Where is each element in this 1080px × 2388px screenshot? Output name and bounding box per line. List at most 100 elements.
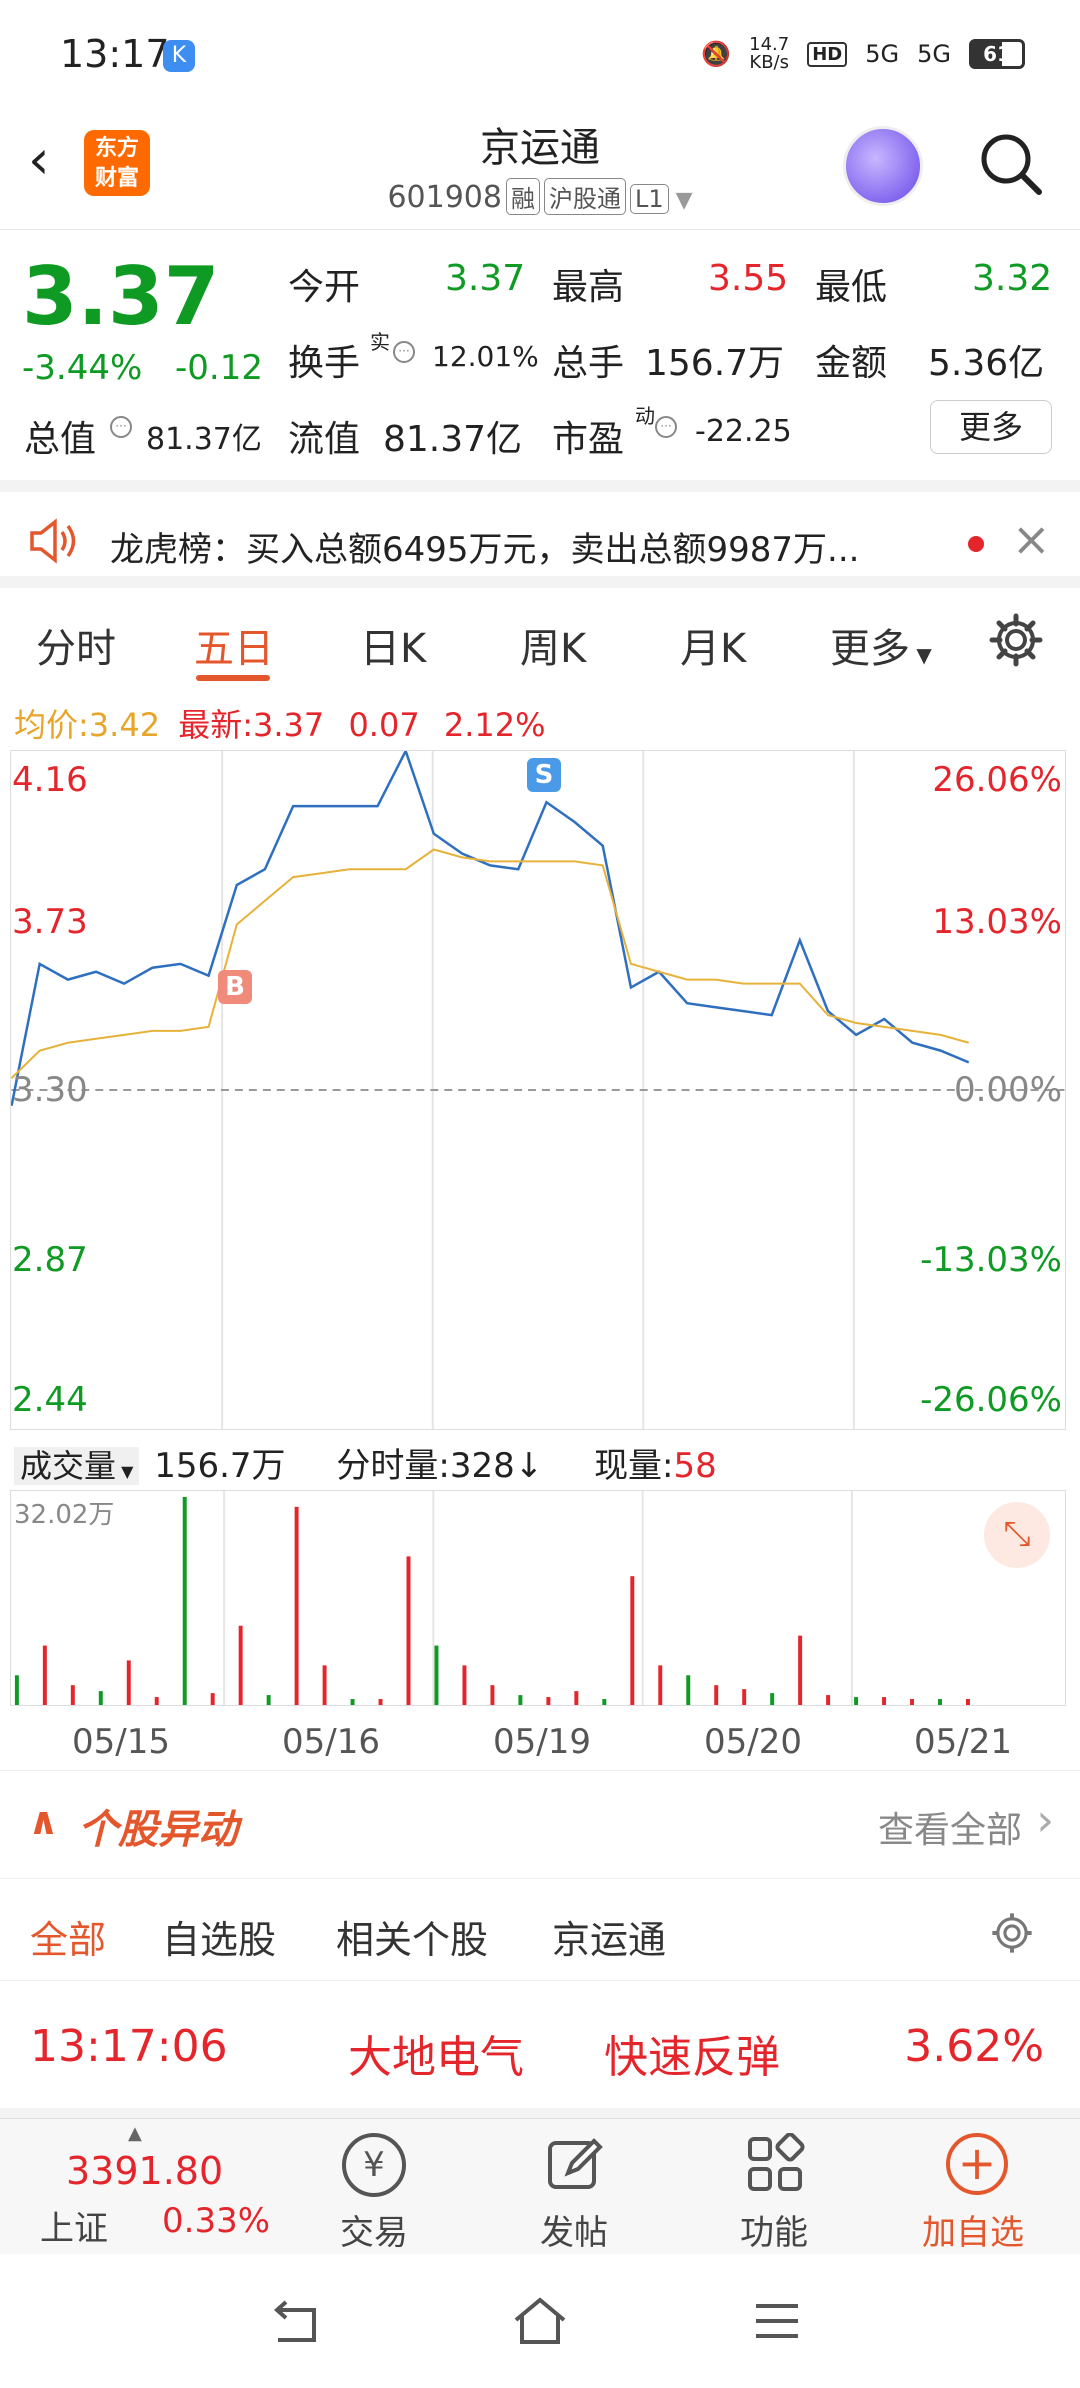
tab-intraday[interactable]: 分时	[36, 616, 116, 674]
dropdown-icon: ▼	[668, 188, 693, 213]
price-line	[11, 751, 970, 1106]
alert-type: 快速反弹	[604, 2032, 780, 2083]
signal-5g-1: 5G	[865, 40, 900, 68]
volume-chart[interactable]	[10, 1490, 1066, 1706]
volume-value: 156.7万	[645, 343, 785, 384]
index-value[interactable]: 3391.80	[66, 2149, 223, 2193]
bottom-toolbar: ▲ 3391.80 上证 0.33% ¥ 交易 发帖 功能 + 加自选	[0, 2118, 1080, 2254]
volume-bar	[406, 1556, 411, 1705]
volume-bar	[462, 1665, 467, 1705]
back-nav-icon[interactable]	[270, 2298, 326, 2348]
tab-monthly-k[interactable]: 月K	[680, 616, 746, 674]
volume-selector[interactable]: 成交量 ▼	[14, 1447, 140, 1485]
volume-bar	[686, 1675, 691, 1705]
tab-weekly-k[interactable]: 周K	[520, 616, 586, 674]
volume-bar	[658, 1665, 663, 1705]
volume-bar	[126, 1660, 131, 1705]
filter-stock[interactable]: 京运通	[552, 1909, 666, 1964]
filter-related[interactable]: 相关个股	[336, 1909, 488, 1964]
tab-daily-k[interactable]: 日K	[360, 616, 426, 674]
more-button[interactable]: 更多	[930, 400, 1052, 454]
amount-label: 金额	[815, 343, 888, 384]
volume-header: 成交量 ▼ 156.7万 分时量:328↓ 现量:58	[14, 1438, 717, 1487]
net-speed: 14.7 KB/s	[749, 34, 790, 73]
view-all-link[interactable]: 查看全部	[878, 1801, 1022, 1853]
high-value: 3.55	[708, 258, 789, 299]
banner-text: 龙虎榜：买入总额6495万元，卖出总额9987万...	[110, 530, 860, 570]
dragon-tiger-banner[interactable]: 龙虎榜：买入总额6495万元，卖出总额9987万... ×	[0, 480, 1080, 588]
alert-row[interactable]: 13:17:06 大地电气 快速反弹 3.62%	[0, 1980, 1080, 2120]
y-left-label: 4.16	[12, 760, 88, 800]
volume-bar	[966, 1699, 970, 1705]
y-right-label: 13.03%	[932, 902, 1062, 942]
volume-bar	[882, 1697, 887, 1705]
system-nav-bar	[0, 2254, 1080, 2388]
search-icon[interactable]	[975, 128, 1047, 200]
stock-code: 601908	[387, 180, 502, 215]
volume-bar	[70, 1685, 75, 1705]
price-chart[interactable]	[10, 750, 1066, 1430]
tag-level: L1	[629, 184, 669, 214]
volume-bar	[238, 1625, 243, 1705]
volume-bar	[518, 1695, 523, 1705]
menu-nav-icon[interactable]	[752, 2298, 802, 2344]
turnover-value: 12.01%	[432, 340, 539, 373]
post-icon[interactable]	[544, 2133, 606, 2195]
info-icon[interactable]: ···	[110, 416, 132, 438]
home-nav-icon[interactable]	[510, 2294, 570, 2348]
status-bar: 13:17 K 🔕 14.7 KB/s HD 5G 5G 61	[0, 0, 1080, 108]
unread-dot	[968, 536, 984, 552]
volume-bar	[770, 1693, 775, 1705]
signal-5g-2: 5G	[917, 40, 951, 68]
volume-bar	[938, 1699, 942, 1705]
avg-price-line	[11, 848, 969, 1079]
change-percent: -3.44%	[22, 348, 143, 388]
buy-marker[interactable]: B	[218, 970, 252, 1004]
tab-more[interactable]: 更多 ▼	[830, 616, 932, 674]
pe-value: -22.25	[695, 414, 792, 449]
add-watch-icon[interactable]: +	[946, 2133, 1008, 2195]
robot-avatar[interactable]	[843, 126, 923, 206]
alert-stock[interactable]: 大地电气	[348, 2021, 524, 2085]
chart-tabs: 分时 五日 日K 周K 月K 更多 ▼	[0, 588, 1080, 688]
volume-bar	[154, 1697, 159, 1705]
close-icon[interactable]: ×	[1012, 512, 1051, 566]
sell-marker[interactable]: S	[527, 758, 561, 792]
mktcap-value: 81.37亿	[146, 422, 262, 457]
open-value: 3.37	[445, 258, 526, 299]
high-label: 最高	[552, 267, 625, 308]
volume-max-label: 32.02万	[14, 1500, 115, 1530]
date-label: 05/15	[72, 1722, 170, 1762]
trade-icon[interactable]: ¥	[342, 2133, 406, 2197]
float-label: 流值	[288, 419, 361, 460]
mute-icon: 🔕	[701, 40, 732, 68]
volume-bar	[490, 1685, 495, 1705]
pe-label: 市盈	[552, 419, 625, 460]
tag-margin: 融	[505, 178, 540, 215]
volume-bar	[602, 1699, 607, 1705]
info-icon[interactable]: ···	[655, 416, 677, 438]
settings-icon[interactable]	[990, 1911, 1034, 1955]
speaker-icon	[30, 518, 76, 564]
volume-bar	[826, 1695, 831, 1705]
battery-icon: 61	[969, 39, 1025, 69]
filter-watchlist[interactable]: 自选股	[162, 1909, 276, 1964]
avg-info: 均价:3.42 最新:3.37 0.07 2.12%	[14, 706, 546, 744]
volume-bar	[14, 1675, 19, 1705]
app-badge-icon: K	[163, 40, 195, 72]
function-grid-icon[interactable]	[744, 2133, 806, 2195]
expand-icon[interactable]: ⤡	[984, 1502, 1050, 1568]
add-watch-label[interactable]: 加自选	[922, 2205, 1024, 2254]
caret-up-icon: ▲	[128, 2123, 142, 2144]
volume-bar	[210, 1693, 215, 1705]
gear-icon[interactable]	[988, 612, 1044, 668]
mktcap-label: 总值	[24, 419, 97, 460]
collapse-icon[interactable]: ∧	[28, 1799, 59, 1843]
alert-time: 13:17:06	[30, 2021, 228, 2072]
volume-label: 总手	[552, 343, 625, 384]
tab-five-day[interactable]: 五日	[194, 616, 274, 674]
info-icon[interactable]: ···	[393, 341, 415, 363]
alert-filter-tabs: 全部 自选股 相关个股 京运通	[0, 1878, 1080, 1978]
filter-all[interactable]: 全部	[30, 1909, 106, 1964]
function-label: 功能	[740, 2213, 808, 2253]
